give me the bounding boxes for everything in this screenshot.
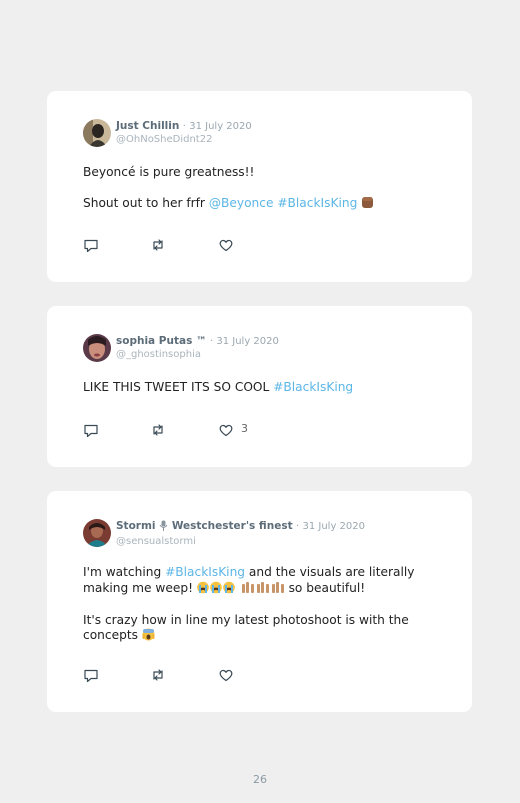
tweet-card: Stormi Westchester's finest · 31 July 20… — [47, 491, 472, 712]
reply-icon[interactable] — [83, 422, 99, 438]
like-count: 3 — [241, 422, 248, 435]
tweet-meta: Just Chillin · 31 July 2020 @OhNoSheDidn… — [116, 120, 252, 146]
hashtag-link[interactable]: #BlackIsKing — [165, 565, 245, 579]
retweet-icon[interactable] — [150, 237, 166, 253]
author-name-suffix: Westchester's finest — [171, 520, 293, 532]
tweet-paragraph: Shout out to her frfr @Beyonce #BlackIsK… — [83, 195, 436, 213]
tweet-card: Just Chillin · 31 July 2020 @OhNoSheDidn… — [47, 91, 472, 282]
author-name[interactable]: Just Chillin — [116, 120, 179, 132]
tweet-body: LIKE THIS TWEET ITS SO COOL #BlackIsKing — [83, 380, 436, 395]
avatar[interactable] — [83, 119, 111, 147]
tweet-paragraph: I'm watching #BlackIsKing and the visual… — [83, 565, 436, 598]
author-handle[interactable]: @sensualstormi — [116, 535, 365, 548]
author-name[interactable]: Stormi Westchester's finest — [116, 520, 293, 532]
loudly-crying-emoji — [197, 581, 237, 598]
tweet-text: It's crazy how in line my latest photosh… — [83, 613, 409, 642]
author-name[interactable]: sophia Putas ™ — [116, 335, 206, 347]
meta-separator: · — [209, 336, 214, 347]
tweet-paragraph: Beyoncé is pure greatness!! — [83, 165, 255, 179]
avatar[interactable] — [83, 519, 111, 547]
mention-link[interactable]: @Beyonce — [209, 196, 274, 210]
author-handle[interactable]: @OhNoSheDidnt22 — [116, 133, 252, 146]
meta-separator: · — [182, 121, 186, 132]
tweet-text: Shout out to her frfr — [83, 196, 209, 210]
retweet-icon[interactable] — [150, 422, 166, 438]
tweet-text: so beautiful! — [284, 581, 366, 595]
tweet-date[interactable]: 31 July 2020 — [302, 521, 365, 532]
tweet-meta: Stormi Westchester's finest · 31 July 20… — [116, 520, 365, 548]
microphone-emoji — [159, 520, 168, 535]
heart-icon[interactable] — [218, 237, 234, 253]
tweet-date[interactable]: 31 July 2020 — [216, 336, 279, 347]
tweet-date[interactable]: 31 July 2020 — [189, 121, 252, 132]
tweet-card: sophia Putas ™ · 31 July 2020 @_ghostins… — [47, 306, 472, 467]
tweet-text: LIKE THIS TWEET ITS SO COOL — [83, 380, 274, 394]
author-handle[interactable]: @_ghostinsophia — [116, 348, 279, 361]
page-number: 26 — [253, 773, 267, 786]
avatar[interactable] — [83, 334, 111, 362]
retweet-icon[interactable] — [150, 667, 166, 683]
tweet-body: Beyoncé is pure greatness!! Shout out to… — [83, 165, 436, 213]
hashtag-link[interactable]: #BlackIsKing — [273, 380, 353, 394]
hashtag-link[interactable]: #BlackIsKing — [277, 196, 357, 210]
heart-icon[interactable] — [218, 422, 234, 438]
raised-hands-emoji — [241, 580, 285, 598]
author-name-text: Stormi — [116, 520, 156, 532]
raised-fist-emoji — [361, 195, 374, 213]
tweet-meta: sophia Putas ™ · 31 July 2020 @_ghostins… — [116, 335, 279, 361]
meta-separator: · — [295, 521, 300, 532]
tweet-paragraph: It's crazy how in line my latest photosh… — [83, 613, 436, 645]
heart-icon[interactable] — [218, 667, 234, 683]
tweet-paragraph: LIKE THIS TWEET ITS SO COOL #BlackIsKing — [83, 380, 436, 395]
tweet-text: I'm watching — [83, 565, 166, 579]
screaming-face-emoji — [142, 628, 155, 645]
reply-icon[interactable] — [83, 237, 99, 253]
reply-icon[interactable] — [83, 667, 99, 683]
tweet-body: I'm watching #BlackIsKing and the visual… — [83, 565, 436, 645]
